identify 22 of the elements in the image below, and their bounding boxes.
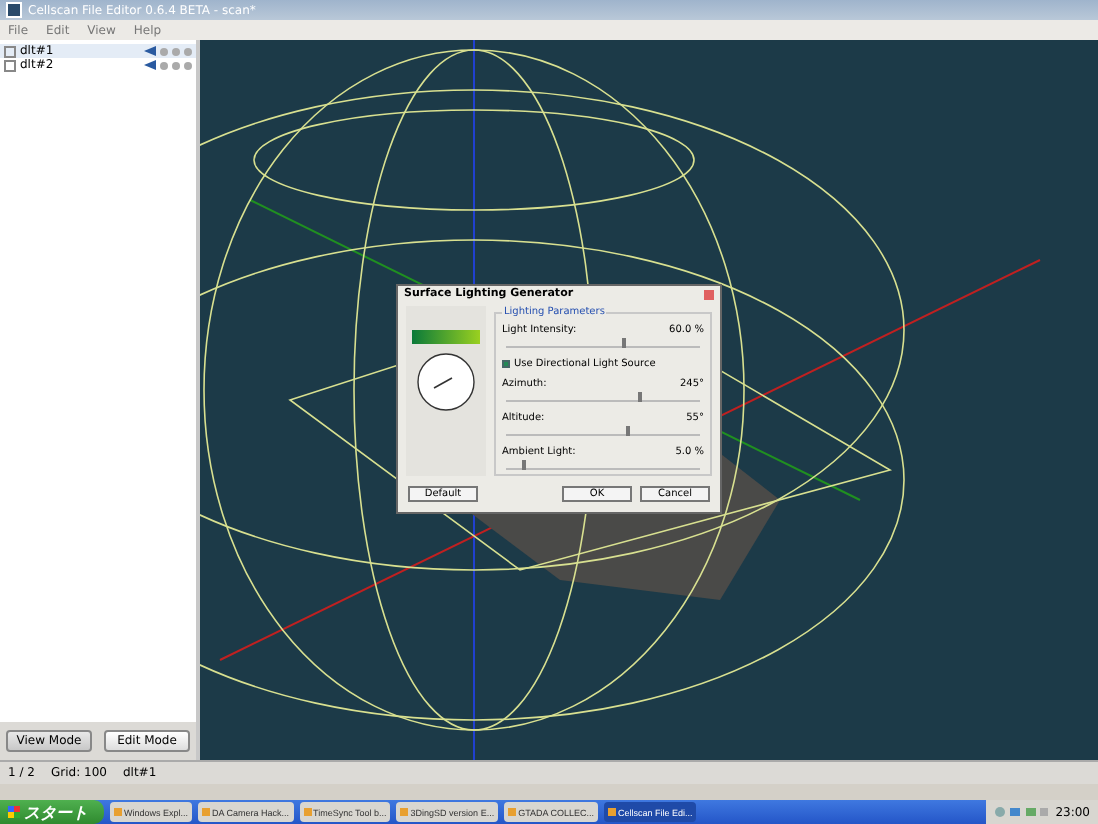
circle-icon[interactable]: [172, 61, 180, 69]
circle-icon[interactable]: [184, 61, 192, 69]
circle-icon[interactable]: [172, 47, 180, 55]
slider-thumb[interactable]: [622, 338, 627, 348]
slider-track[interactable]: [506, 338, 700, 348]
checkbox[interactable]: [4, 45, 16, 57]
circle-icon[interactable]: [184, 47, 192, 55]
circle-icon[interactable]: [160, 61, 168, 69]
checkbox[interactable]: [4, 59, 16, 71]
slider-track[interactable]: [506, 426, 700, 436]
checkbox[interactable]: [502, 360, 510, 368]
app-icon: [6, 2, 22, 18]
circle-icon[interactable]: [160, 47, 168, 55]
slider-thumb[interactable]: [521, 460, 526, 470]
dial-icon: [416, 352, 476, 412]
slider-track[interactable]: [506, 392, 700, 402]
gradient-bar: [412, 330, 480, 344]
slider-thumb[interactable]: [626, 426, 631, 436]
slider-track[interactable]: [506, 460, 700, 470]
close-button[interactable]: [704, 289, 714, 299]
slider-thumb[interactable]: [637, 392, 642, 402]
tray-icons-drawing[interactable]: [993, 806, 1050, 818]
